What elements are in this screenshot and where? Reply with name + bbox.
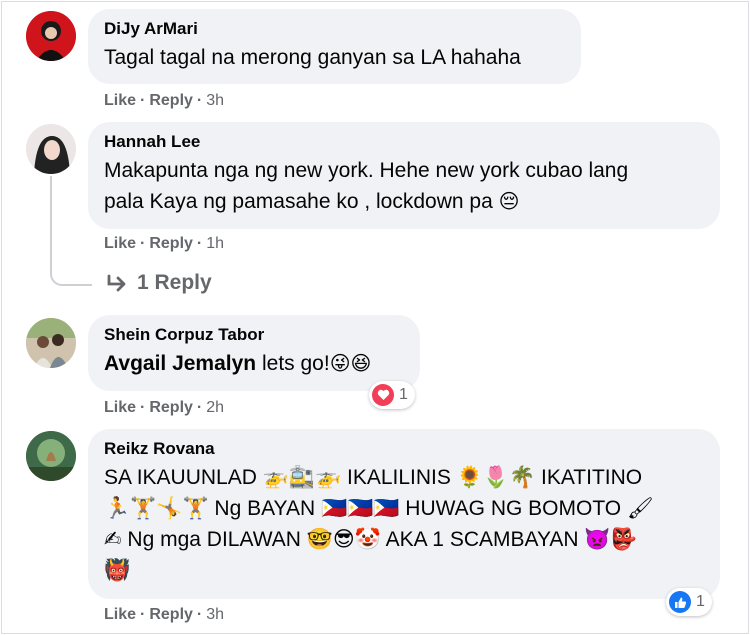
replies-count-label: 1 Reply (137, 271, 212, 294)
comment-text-line: pala Kaya ng pamasahe ko , lockdown pa (104, 190, 493, 213)
comment-bubble: Shein Corpuz Tabor Avgail Jemalyn lets g… (88, 315, 420, 391)
like-link[interactable]: Like (104, 606, 136, 623)
comment-text-line: ✍ Ng mga DILAWAN 🤓😎🤡 AKA 1 SCAMBAYAN 👿👺 (104, 528, 637, 551)
like-link[interactable]: Like (104, 92, 136, 109)
comment-actions: Like · Reply · 2h (104, 399, 225, 416)
avatar[interactable] (26, 431, 76, 481)
mention-link[interactable]: Avgail Jemalyn (104, 352, 256, 375)
reply-link[interactable]: Reply (149, 235, 193, 252)
comment-text-line: 🏃🏋🤸🏋 Ng BAYAN 🇵🇭🇵🇭🇵🇭 HUWAG NG BOMOTO 🖌 (104, 497, 654, 520)
reply-link[interactable]: Reply (149, 399, 193, 416)
comment-text-line: Makapunta nga ng new york. Hehe new york… (104, 159, 629, 182)
comment-bubble: Hannah Lee Makapunta nga ng new york. He… (88, 122, 720, 229)
comment-time[interactable]: 3h (206, 606, 224, 623)
reply-arrow-icon (107, 274, 126, 292)
thread-line (50, 176, 92, 286)
pensive-emoji: 😔 (498, 189, 520, 213)
like-link[interactable]: Like (104, 399, 136, 416)
comment-text-body: lets go! (256, 352, 330, 375)
reaction-count: 1 (399, 386, 408, 403)
comment-bubble: Reikz Rovana SA IKAUUNLAD 🚁🚉🚁 IKALILINIS… (88, 429, 720, 599)
reply-link[interactable]: Reply (149, 92, 193, 109)
comment-actions: Like · Reply · 1h (104, 235, 225, 252)
comment-text-line: SA IKAUUNLAD 🚁🚉🚁 IKALILINIS 🌻🌷🌴 IKATITIN… (104, 466, 643, 489)
reaction-summary[interactable]: 1 (666, 588, 712, 616)
like-link[interactable]: Like (104, 235, 136, 252)
emoji-group: 😜😆 (329, 351, 372, 375)
comment-time[interactable]: 3h (206, 92, 224, 109)
comment-author[interactable]: DiJy ArMari (104, 18, 565, 40)
comment-actions: Like · Reply · 3h (104, 606, 225, 623)
comment-actions: Like · Reply · 3h (104, 92, 225, 109)
comment-time[interactable]: 1h (206, 235, 224, 252)
comment-author[interactable]: Shein Corpuz Tabor (104, 324, 404, 346)
comment-text: Avgail Jemalyn lets go!😜😆 (104, 348, 404, 379)
avatar[interactable] (26, 11, 76, 61)
comment-author[interactable]: Hannah Lee (104, 131, 704, 153)
comment-text: Tagal tagal na merong ganyan sa LA hahah… (104, 46, 521, 69)
comment-text: Makapunta nga ng new york. Hehe new york… (104, 155, 704, 217)
avatar[interactable] (26, 124, 76, 174)
comment-bubble: DiJy ArMari Tagal tagal na merong ganyan… (88, 9, 581, 84)
thumbs-up-icon (669, 591, 691, 613)
comment-text-line: 👹 (104, 559, 131, 582)
reaction-summary[interactable]: 1 (369, 381, 415, 409)
comment-time[interactable]: 2h (206, 399, 224, 416)
avatar[interactable] (26, 318, 76, 368)
reply-link[interactable]: Reply (149, 606, 193, 623)
comment-text: SA IKAUUNLAD 🚁🚉🚁 IKALILINIS 🌻🌷🌴 IKATITIN… (104, 462, 704, 586)
heart-icon (372, 384, 394, 406)
comment-author[interactable]: Reikz Rovana (104, 438, 704, 460)
reaction-count: 1 (696, 593, 705, 610)
view-replies-button[interactable]: 1 Reply (106, 271, 212, 295)
